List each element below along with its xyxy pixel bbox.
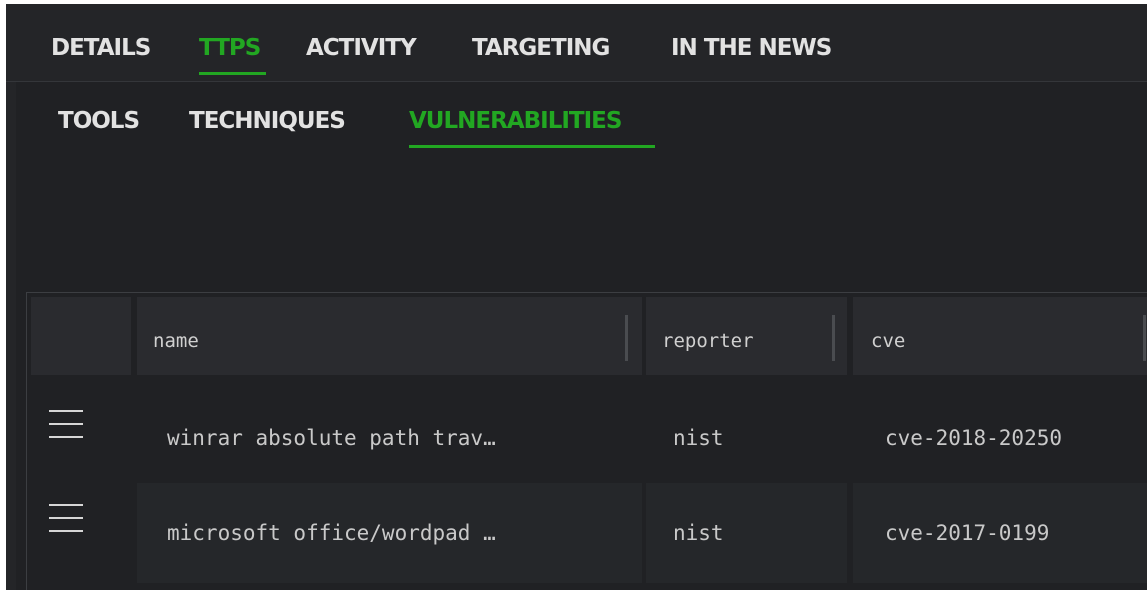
tab-activity[interactable]: ACTIVITY xyxy=(306,35,417,61)
table-row[interactable]: winrar absolute path trav… nist cve-2018… xyxy=(27,379,1147,479)
table-header: name reporter cve xyxy=(27,293,1147,375)
subtab-tools[interactable]: TOOLS xyxy=(58,108,140,134)
subtab-vulnerabilities-underline xyxy=(409,145,655,148)
column-resize-handle[interactable] xyxy=(1143,315,1146,361)
tab-targeting[interactable]: TARGETING xyxy=(472,35,610,61)
column-resize-handle[interactable] xyxy=(625,315,628,361)
column-header-reporter[interactable]: reporter xyxy=(646,297,847,375)
drag-handle-icon[interactable] xyxy=(49,410,83,438)
main-tab-bar: DETAILS TTPS ACTIVITY TARGETING IN THE N… xyxy=(6,4,1147,82)
subtab-techniques[interactable]: TECHNIQUES xyxy=(189,108,346,134)
column-header-reporter-label: reporter xyxy=(662,330,754,352)
drag-handle-icon[interactable] xyxy=(49,504,83,532)
cell-name: winrar absolute path trav… xyxy=(167,426,496,450)
column-header-cve-label: cve xyxy=(871,330,906,352)
cell-reporter: nist xyxy=(673,521,724,545)
subtab-vulnerabilities[interactable]: VULNERABILITIES xyxy=(409,108,622,134)
header-handle-column xyxy=(31,297,131,375)
tab-ttps-underline xyxy=(199,72,266,75)
tab-in-the-news[interactable]: IN THE NEWS xyxy=(671,35,832,61)
cell-name: microsoft office/wordpad … xyxy=(167,521,496,545)
cell-cve: cve-2017-0199 xyxy=(885,521,1050,545)
cell-cve: cve-2018-20250 xyxy=(885,426,1063,450)
column-resize-handle[interactable] xyxy=(832,315,835,361)
table-row[interactable]: microsoft office/wordpad … nist cve-2017… xyxy=(27,483,1147,583)
app-frame: DETAILS TTPS ACTIVITY TARGETING IN THE N… xyxy=(6,4,1147,590)
column-header-name[interactable]: name xyxy=(137,297,642,375)
tab-ttps[interactable]: TTPS xyxy=(199,35,261,61)
cell-reporter: nist xyxy=(673,426,724,450)
vulnerabilities-table: name reporter cve winrar absolute path t… xyxy=(26,292,1147,590)
column-header-name-label: name xyxy=(153,330,199,352)
tab-details[interactable]: DETAILS xyxy=(51,35,151,61)
column-header-cve[interactable]: cve xyxy=(853,297,1147,375)
